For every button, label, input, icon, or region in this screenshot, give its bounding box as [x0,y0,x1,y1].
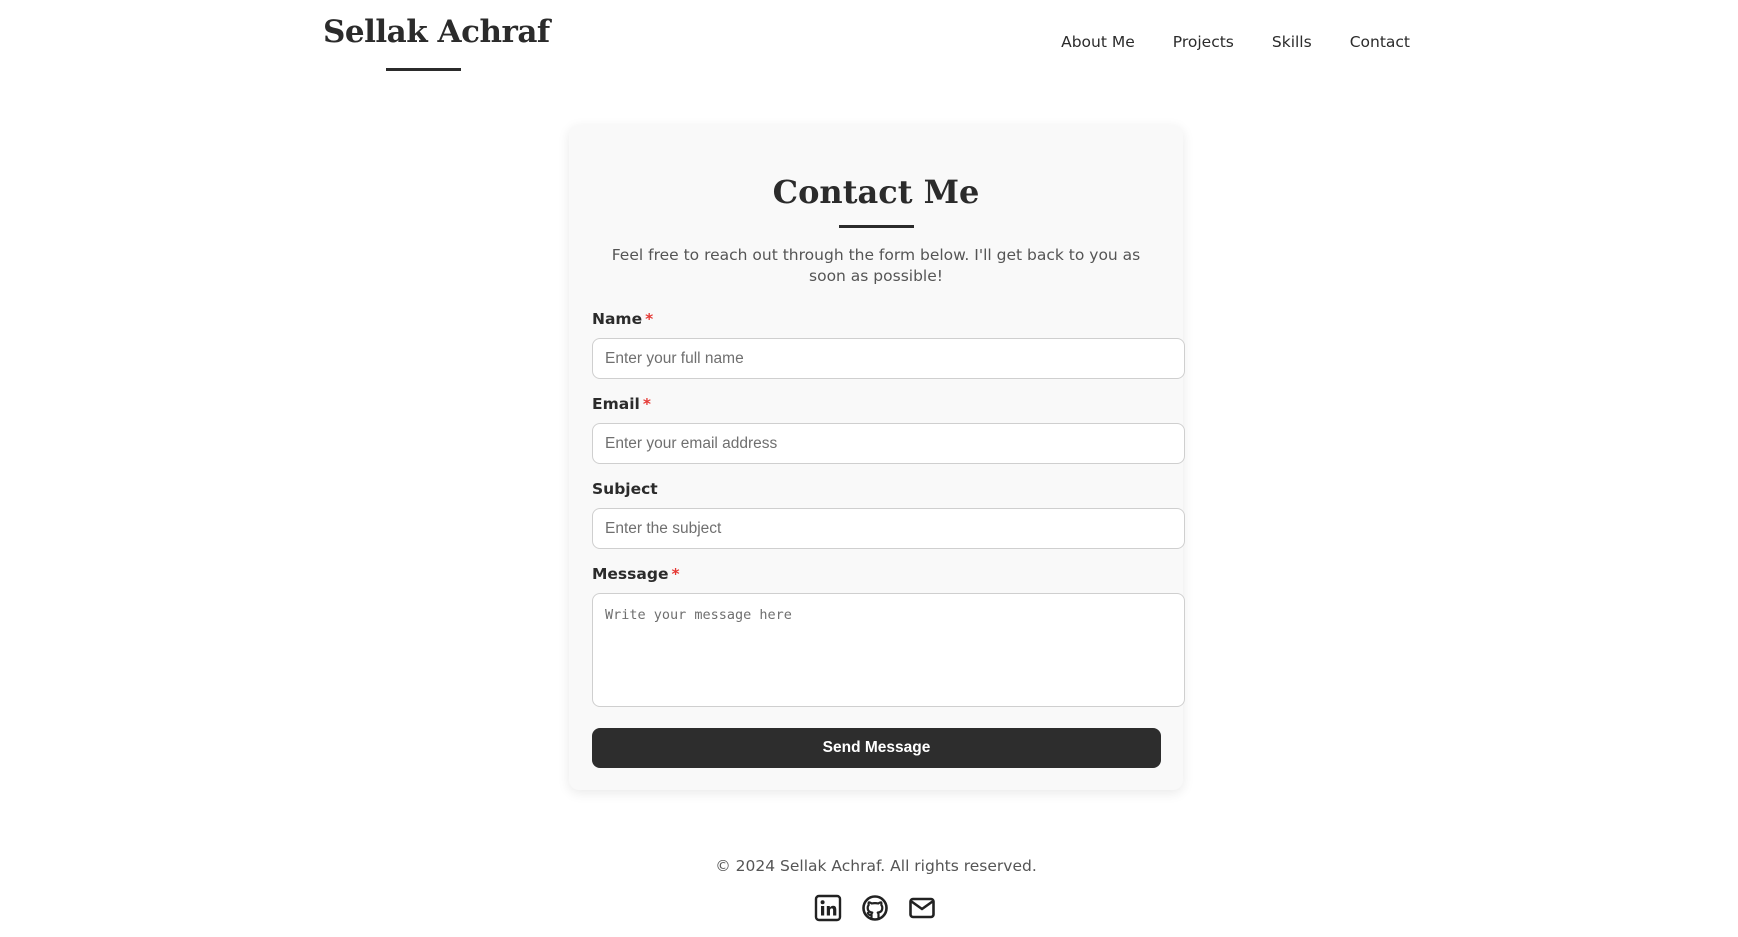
contact-card: Contact Me Feel free to reach out throug… [569,125,1185,790]
linkedin-icon [814,894,842,922]
subject-label-text: Subject [592,480,658,498]
email-input[interactable] [592,423,1185,464]
email-required-mark: * [642,395,651,413]
linkedin-link[interactable] [814,894,842,922]
name-required-mark: * [645,310,654,328]
logo-underline [386,68,461,71]
message-textarea[interactable] [592,593,1185,707]
email-label: Email * [592,395,651,413]
message-label: Message * [592,565,680,583]
github-icon [862,895,888,921]
nav-link-contact[interactable]: Contact [1350,33,1410,51]
social-links [814,894,936,922]
title-underline [839,225,914,228]
name-label-text: Name [592,310,643,328]
nav-link-about[interactable]: About Me [1061,33,1135,51]
subject-label: Subject [592,480,658,498]
name-label: Name * [592,310,653,328]
page: Sellak Achraf About Me Projects Skills C… [0,0,1738,937]
email-link[interactable] [908,894,936,922]
footer-copyright: © 2024 Sellak Achraf. All rights reserve… [715,857,1037,875]
contact-title: Contact Me [772,173,980,211]
site-logo[interactable]: Sellak Achraf [323,14,550,50]
message-label-text: Message [592,565,669,583]
name-input[interactable] [592,338,1185,379]
email-label-text: Email [592,395,640,413]
message-required-mark: * [671,565,680,583]
nav-link-projects[interactable]: Projects [1173,33,1234,51]
nav-link-skills[interactable]: Skills [1272,33,1312,51]
subject-input[interactable] [592,508,1185,549]
github-link[interactable] [861,894,889,922]
send-message-button[interactable]: Send Message [592,728,1161,768]
mail-icon [909,897,935,919]
contact-description: Feel free to reach out through the form … [611,246,1141,285]
main-nav: About Me Projects Skills Contact [1061,33,1410,51]
